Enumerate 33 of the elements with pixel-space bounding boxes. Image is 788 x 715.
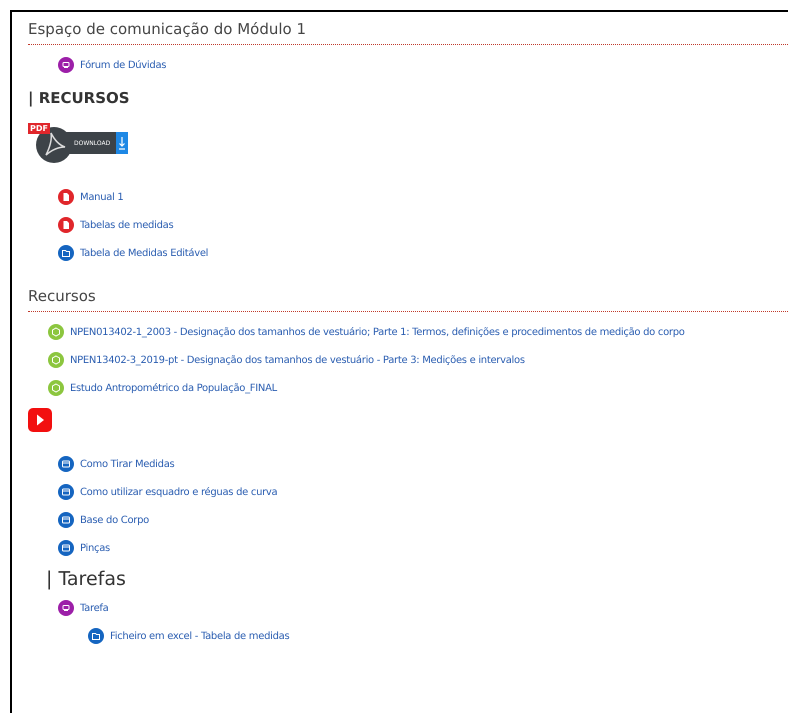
window-icon (58, 456, 74, 472)
pdf-badge: PDF (28, 123, 50, 134)
download-icon (116, 132, 128, 154)
cube-icon (48, 324, 64, 340)
activity-link[interactable]: Como utilizar esquadro e réguas de curva (80, 486, 278, 498)
activity-link[interactable]: Base do Corpo (80, 514, 149, 526)
activity-link[interactable]: NPEN013402-1_2003 - Designação dos tamanhos de vestuário; Parte 1: Termos, definições e procedimentos de medição do corpo (70, 326, 685, 338)
activity-link[interactable]: Ficheiro em excel - Tabela de medidas (110, 630, 290, 642)
activity-link[interactable]: Como Tirar Medidas (80, 458, 174, 470)
heading: | Tarefas (46, 568, 127, 590)
activity-link[interactable]: Pinças (80, 542, 110, 554)
folder-icon (88, 628, 104, 644)
activity-link[interactable]: Fórum de Dúvidas (80, 60, 166, 70)
cube-icon (48, 352, 64, 368)
chat-icon (58, 57, 74, 73)
activity-link[interactable]: Manual 1 (80, 192, 124, 202)
activity-link[interactable]: Tabelas de medidas (80, 220, 174, 230)
section-title: Recursos (28, 283, 788, 312)
chat-icon (58, 600, 74, 616)
heading: | RECURSOS (28, 89, 131, 107)
window-icon (58, 512, 74, 528)
window-icon (58, 484, 74, 500)
section-title: Espaço de comunicação do Módulo 1 (28, 16, 788, 45)
activity-link[interactable]: Tabela de Medidas Editável (80, 248, 208, 258)
activity-link[interactable]: Estudo Antropométrico da População_FINAL (70, 382, 277, 394)
activity-link[interactable]: NPEN13402-3_2019-pt - Designação dos tamanhos de vestuário - Parte 3: Medições e intervalos (70, 354, 525, 366)
document-icon (58, 217, 74, 233)
activity-link[interactable]: Tarefa (80, 602, 108, 614)
window-icon (58, 540, 74, 556)
cube-icon (48, 380, 64, 396)
document-icon (58, 189, 74, 205)
play-icon[interactable] (28, 408, 52, 432)
folder-icon (58, 245, 74, 261)
